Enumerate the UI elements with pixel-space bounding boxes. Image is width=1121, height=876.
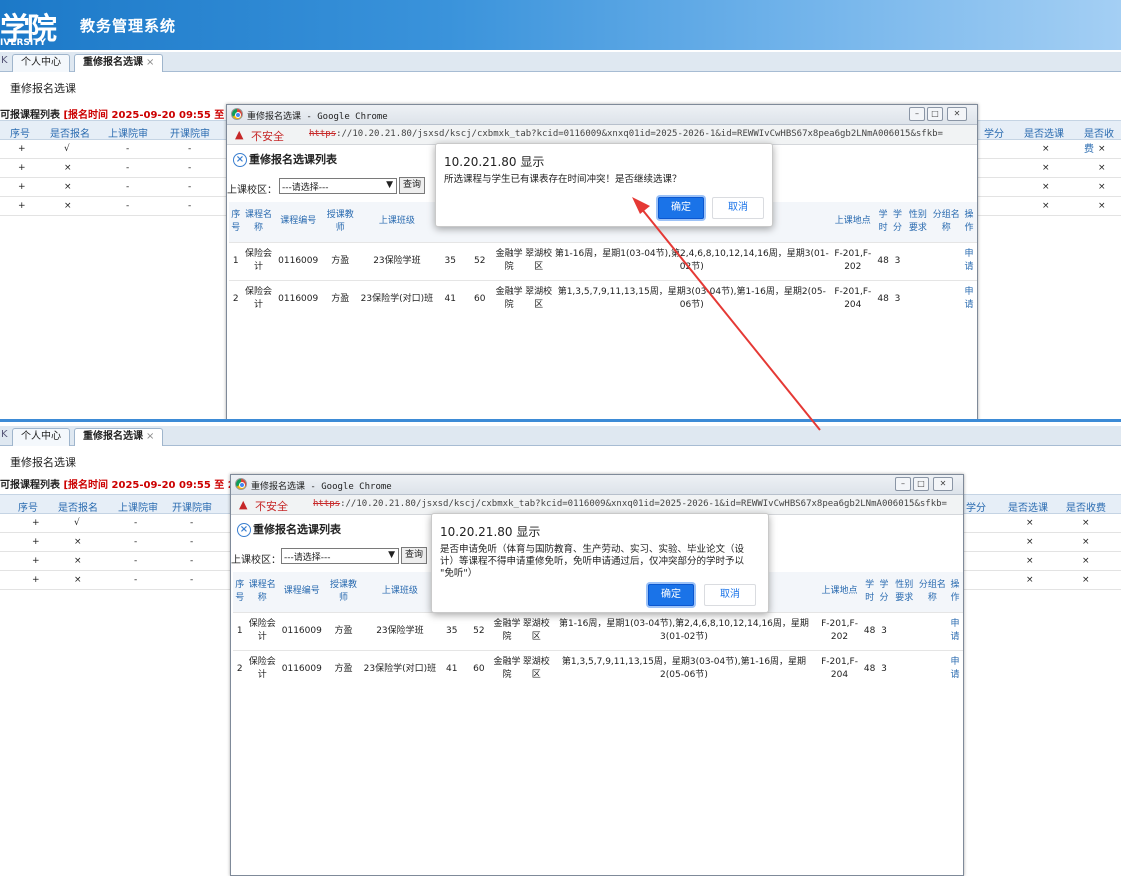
arrow-shaft: [640, 207, 821, 431]
arrow-head-icon: [632, 197, 650, 214]
annotation-arrow: [632, 197, 821, 431]
